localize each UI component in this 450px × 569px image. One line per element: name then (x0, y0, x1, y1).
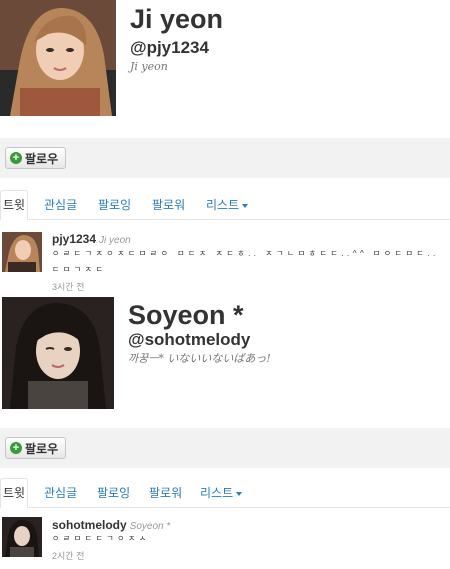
tweet-item[interactable]: pjy1234 Ji yeon ㅇㄹㄷㄱㅈㅇㅈㄷㅁㄹㅇ ㅁㄷㅈ ㅈㄷㅎ.. ㅈㄱㄴ… (0, 232, 450, 294)
profile-tabs: 트윗 관심글 팔로잉 팔로워 리스트 (0, 478, 450, 508)
profile-bio: Ji yeon (130, 60, 168, 73)
plus-icon: + (10, 152, 22, 164)
profile-card-soyeon: Soyeon * @sohotmelody 까꿍ㅡ* いないいないばあっ! (0, 297, 450, 417)
tab-followers[interactable]: 팔로워 (152, 191, 185, 219)
tweet-username[interactable]: pjy1234 Ji yeon (52, 232, 131, 246)
follow-label: 팔로우 (25, 151, 59, 166)
tweet-timestamp[interactable]: 2시간 전 (52, 549, 84, 562)
profile-name: Ji yeon (130, 4, 224, 34)
tweet-fullname: Ji yeon (99, 235, 131, 246)
tab-following[interactable]: 팔로잉 (97, 479, 130, 507)
tab-tweets[interactable]: 트윗 (0, 190, 29, 220)
tab-lists[interactable]: 리스트 (206, 191, 249, 219)
profile-handle[interactable]: @sohotmelody (128, 330, 250, 350)
tweet-item[interactable]: sohotmelody Soyeon * ㅇㄹㅁㄷㄷㄱㅇㅈㅅ 2시간 전 (0, 517, 450, 565)
profile-tabs: 트윗 관심글 팔로잉 팔로워 리스트 (0, 190, 450, 220)
tab-lists[interactable]: 리스트 (200, 479, 243, 507)
tab-followers[interactable]: 팔로워 (149, 479, 182, 507)
follow-button[interactable]: + 팔로우 (5, 147, 67, 169)
tab-lists-label: 리스트 (206, 198, 240, 212)
tweet-text: ㅇㄹㅁㄷㄷㄱㅇㅈㅅ (52, 534, 150, 543)
tweet-username[interactable]: sohotmelody Soyeon * (52, 518, 170, 532)
tab-favorites[interactable]: 관심글 (44, 191, 77, 219)
profile-bio: 까꿍ㅡ* いないいないばあっ! (128, 352, 271, 365)
profile-name: Soyeon * (128, 300, 244, 330)
follow-button[interactable]: + 팔로우 (5, 437, 67, 459)
tab-lists-label: 리스트 (200, 486, 234, 500)
tab-favorites[interactable]: 관심글 (44, 479, 77, 507)
tweet-username-text: pjy1234 (52, 232, 97, 246)
tab-following[interactable]: 팔로잉 (98, 191, 131, 219)
tweet-text: ㅇㄹㄷㄱㅈㅇㅈㄷㅁㄹㅇ ㅁㄷㅈ ㅈㄷㅎ.. ㅈㄱㄴㅁㅎㄷㄷ..^^ ㅁㅇㄷㅁㄷ.… (52, 249, 439, 274)
tab-tweets[interactable]: 트윗 (0, 478, 29, 508)
chevron-down-icon (242, 203, 249, 208)
follow-bar: + 팔로우 (0, 138, 450, 178)
follow-label: 팔로우 (25, 441, 59, 456)
tweet-timestamp[interactable]: 3시간 전 (52, 280, 84, 293)
profile-avatar[interactable] (2, 297, 114, 409)
chevron-down-icon (236, 491, 243, 496)
follow-bar: + 팔로우 (0, 428, 450, 468)
tweet-avatar[interactable] (2, 517, 42, 557)
profile-handle[interactable]: @pjy1234 (130, 38, 209, 58)
tweet-avatar[interactable] (2, 232, 42, 272)
tweet-username-text: sohotmelody (52, 518, 127, 532)
plus-icon: + (10, 442, 22, 454)
profile-avatar[interactable] (0, 0, 116, 116)
